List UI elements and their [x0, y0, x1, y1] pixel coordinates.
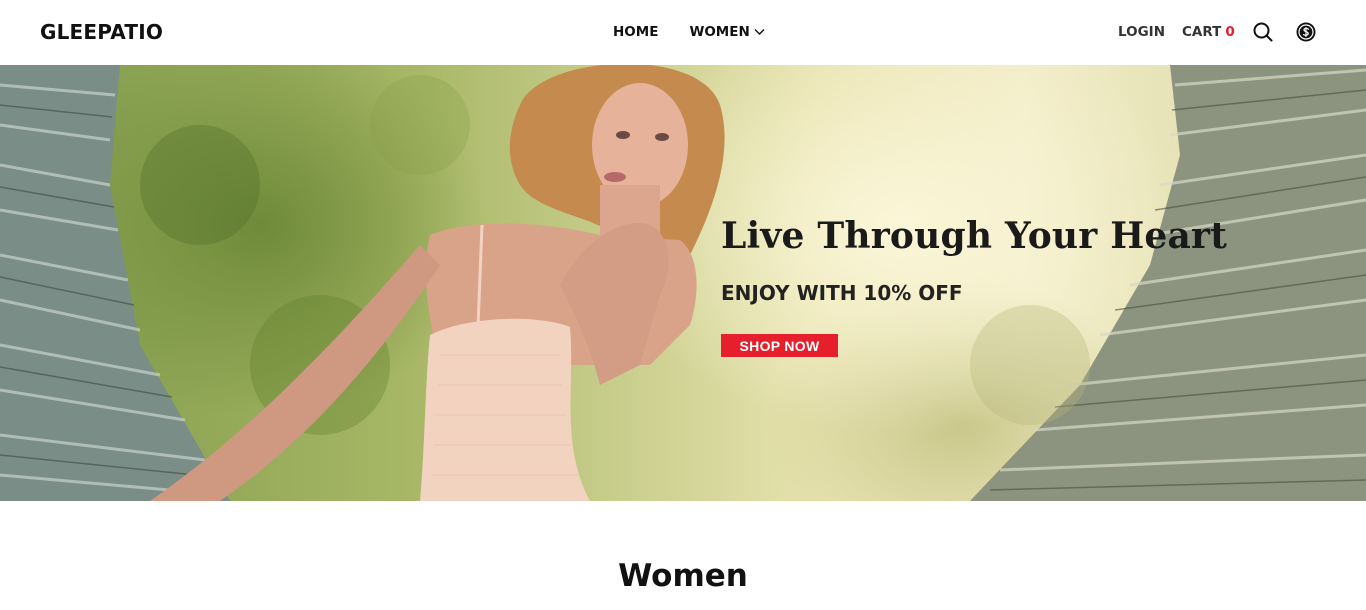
- hero-banner[interactable]: Live Through Your Heart ENJOY WITH 10% O…: [0, 65, 1366, 501]
- nav-home-label: HOME: [613, 24, 659, 40]
- cart-count-badge: 0: [1225, 24, 1235, 40]
- section-title-women: Women: [618, 558, 748, 594]
- currency-icon[interactable]: [1296, 22, 1316, 42]
- search-icon[interactable]: [1253, 22, 1273, 42]
- nav-item-women[interactable]: WOMEN: [689, 24, 765, 40]
- login-link[interactable]: LOGIN: [1118, 24, 1165, 40]
- site-header: GLEEPATIO HOME WOMEN LOGIN CART 0: [0, 0, 1366, 65]
- main-nav: HOME WOMEN: [613, 24, 765, 40]
- site-logo[interactable]: GLEEPATIO: [40, 20, 163, 44]
- cart-link[interactable]: CART 0: [1182, 24, 1235, 40]
- chevron-down-icon: [754, 29, 765, 35]
- hero-image: [0, 65, 1366, 501]
- cart-label: CART: [1182, 24, 1222, 40]
- right-wood-structure: [970, 65, 1366, 501]
- hero-subtitle: ENJOY WITH 10% OFF: [721, 281, 963, 305]
- nav-item-home[interactable]: HOME: [613, 24, 658, 40]
- nav-women-label: WOMEN: [689, 24, 750, 40]
- shop-now-button[interactable]: SHOP NOW: [721, 334, 838, 357]
- hero-title: Live Through Your Heart: [721, 215, 1228, 257]
